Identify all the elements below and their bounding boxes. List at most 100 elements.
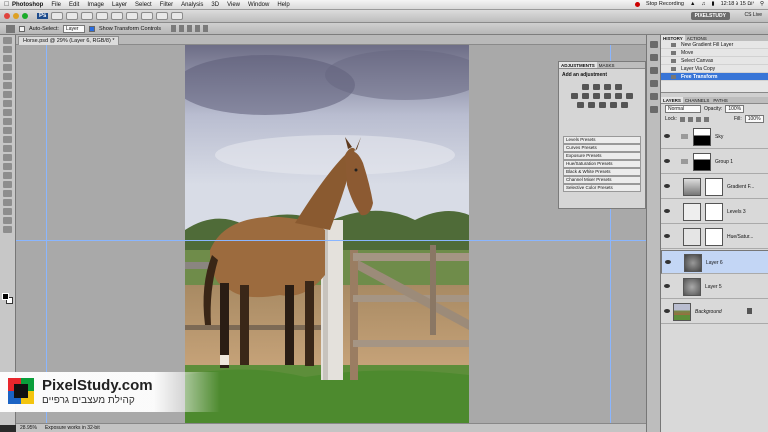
- wifi-icon[interactable]: ▲: [690, 1, 695, 7]
- shape-tool-icon[interactable]: [3, 190, 12, 197]
- history-item-active[interactable]: Free Transform: [661, 73, 768, 81]
- layer-row-levels-3[interactable]: Levels 3: [661, 200, 768, 224]
- preset-channel-mixer[interactable]: Channel Mixer Presets: [563, 176, 641, 184]
- color-balance-icon[interactable]: [593, 93, 600, 99]
- horse-photo[interactable]: [185, 45, 469, 423]
- brightness-contrast-icon[interactable]: [582, 84, 589, 90]
- align-icons[interactable]: [171, 25, 212, 32]
- layer-thumbnail[interactable]: [683, 278, 701, 296]
- layer-row-layer-5[interactable]: Layer 5: [661, 275, 768, 299]
- stamp-tool-icon[interactable]: [3, 109, 12, 116]
- menu-layer[interactable]: Layer: [112, 2, 127, 8]
- selective-color-icon[interactable]: [620, 102, 628, 108]
- threshold-icon[interactable]: [598, 102, 606, 108]
- menu-help[interactable]: Help: [277, 2, 289, 8]
- layer-row-background[interactable]: Background: [661, 300, 768, 324]
- auto-select-target-select[interactable]: Layer: [62, 24, 85, 33]
- eraser-tool-icon[interactable]: [3, 127, 12, 134]
- layer-row-sky[interactable]: Sky: [661, 125, 768, 149]
- history-item[interactable]: Layer Via Copy: [661, 65, 768, 73]
- lock-all-icon[interactable]: [703, 116, 709, 122]
- preset-exposure[interactable]: Exposure Presets: [563, 152, 641, 160]
- spotlight-icon[interactable]: ⚲: [760, 1, 764, 7]
- black-white-icon[interactable]: [604, 93, 611, 99]
- tab-layers[interactable]: LAYERS: [661, 97, 683, 103]
- channels-panel-icon[interactable]: [649, 93, 658, 100]
- eyedropper-tool-icon[interactable]: [3, 82, 12, 89]
- dodge-tool-icon[interactable]: [3, 154, 12, 161]
- apple-icon[interactable]: : [4, 1, 12, 8]
- gradient-map-icon[interactable]: [609, 102, 617, 108]
- lock-image-icon[interactable]: [687, 116, 693, 122]
- zoom-tool-button[interactable]: [126, 12, 139, 20]
- battery-icon[interactable]: ▮: [712, 1, 715, 7]
- menu-photoshop[interactable]: Photoshop: [12, 2, 43, 8]
- menu-window[interactable]: Window: [248, 2, 269, 8]
- blend-mode-select[interactable]: Normal: [665, 105, 701, 113]
- layer-thumbnail[interactable]: [673, 303, 691, 321]
- guide-line-vertical-left[interactable]: [46, 45, 47, 423]
- preset-selective-color[interactable]: Selective Color Presets: [563, 184, 641, 192]
- lock-position-icon[interactable]: [695, 116, 701, 122]
- crop-tool-icon[interactable]: [3, 73, 12, 80]
- paths-panel-icon[interactable]: [649, 106, 658, 113]
- tab-channels[interactable]: CHANNELS: [683, 97, 712, 103]
- 3d-camera-tool-icon[interactable]: [3, 208, 12, 215]
- lock-transparency-icon[interactable]: [679, 116, 685, 122]
- foreground-color-swatch[interactable]: [2, 293, 9, 300]
- move-tool-icon[interactable]: [3, 37, 12, 44]
- curves-icon[interactable]: [604, 84, 611, 90]
- layer-mask-thumbnail[interactable]: [705, 178, 723, 196]
- visibility-eye-icon[interactable]: [664, 209, 670, 213]
- quick-select-tool-icon[interactable]: [3, 64, 12, 71]
- tab-paths[interactable]: PATHS: [711, 97, 729, 103]
- menu-3d[interactable]: 3D: [211, 2, 219, 8]
- layer-mask-thumbnail[interactable]: [705, 228, 723, 246]
- tab-adjustments[interactable]: ADJUSTMENTS: [559, 62, 597, 68]
- photo-filter-icon[interactable]: [615, 93, 622, 99]
- blur-tool-icon[interactable]: [3, 145, 12, 152]
- cs-live-button[interactable]: CS Live: [744, 12, 762, 18]
- menu-view[interactable]: View: [227, 2, 240, 8]
- guide-line-horizontal[interactable]: [16, 240, 646, 241]
- layer-mask-thumbnail[interactable]: [693, 153, 711, 171]
- auto-select-checkbox[interactable]: [19, 25, 25, 32]
- close-window-button[interactable]: [4, 13, 10, 19]
- rotate-view-button[interactable]: [141, 12, 154, 20]
- workspace-switcher[interactable]: PIXELSTUDY: [690, 12, 730, 20]
- visibility-eye-icon[interactable]: [664, 134, 670, 138]
- visibility-eye-icon[interactable]: [664, 184, 670, 188]
- layer-row-gradient-fill[interactable]: Gradient F...: [661, 175, 768, 199]
- hand-tool-button[interactable]: [111, 12, 124, 20]
- mini-bridge-button[interactable]: [66, 12, 79, 20]
- history-item[interactable]: Select Canvas: [661, 57, 768, 65]
- exposure-icon[interactable]: [615, 84, 622, 90]
- volume-icon[interactable]: ♫: [701, 1, 705, 7]
- visibility-eye-icon[interactable]: [665, 260, 671, 264]
- show-transform-checkbox[interactable]: [88, 25, 95, 32]
- visibility-eye-icon[interactable]: [664, 284, 670, 288]
- menu-select[interactable]: Select: [135, 2, 152, 8]
- fill-field[interactable]: 100%: [744, 115, 764, 123]
- visibility-eye-icon[interactable]: [664, 159, 670, 163]
- adjustment-thumbnail[interactable]: [683, 178, 701, 196]
- channel-mixer-icon[interactable]: [626, 93, 633, 99]
- opacity-field[interactable]: 100%: [725, 105, 745, 113]
- menu-image[interactable]: Image: [87, 2, 104, 8]
- bridge-button[interactable]: [51, 12, 64, 20]
- hue-saturation-icon[interactable]: [582, 93, 589, 99]
- layer-mask-thumbnail[interactable]: [705, 203, 723, 221]
- levels-adjustment-icon[interactable]: [683, 203, 701, 221]
- history-item[interactable]: Move: [661, 49, 768, 57]
- layers-panel-icon[interactable]: [649, 80, 658, 87]
- zoom-tool-icon[interactable]: [3, 226, 12, 233]
- healing-tool-icon[interactable]: [3, 91, 12, 98]
- visibility-eye-icon[interactable]: [664, 234, 670, 238]
- menu-file[interactable]: File: [51, 2, 61, 8]
- canvas-area[interactable]: [16, 45, 646, 423]
- menu-filter[interactable]: Filter: [160, 2, 173, 8]
- adjustments-panel-icon[interactable]: [649, 54, 658, 61]
- layer-thumbnail[interactable]: [684, 254, 702, 272]
- lasso-tool-icon[interactable]: [3, 55, 12, 62]
- arrange-documents-button[interactable]: [156, 12, 169, 20]
